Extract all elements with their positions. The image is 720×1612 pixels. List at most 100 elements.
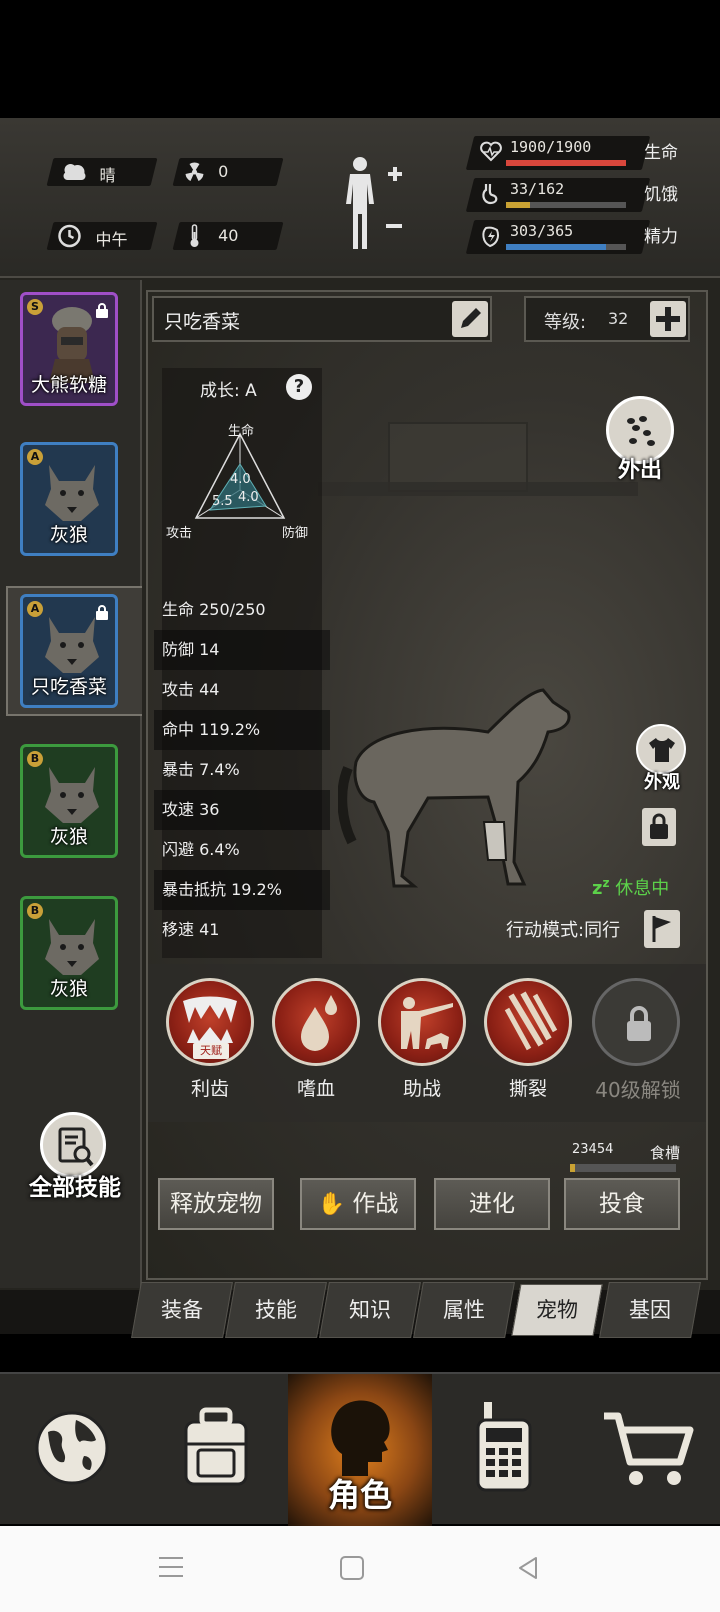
tab-pets[interactable]: 宠物 — [511, 1284, 603, 1336]
appearance-button[interactable]: 外观 — [632, 724, 692, 794]
skill-tear[interactable] — [484, 978, 572, 1066]
tab-skills[interactable]: 技能 — [225, 1282, 327, 1338]
level-field: 等级: 32 — [524, 296, 690, 342]
grade-badge: A — [27, 601, 43, 617]
feed-button[interactable]: 投食 — [564, 1178, 680, 1230]
weather-indicator: 晴 — [46, 158, 158, 186]
lock-icon — [627, 1006, 651, 1041]
resting-status: zz 休息中 — [592, 874, 669, 900]
top-spacer — [0, 0, 720, 118]
pet-name-input: 只吃香菜 — [164, 311, 241, 333]
level-up-button[interactable] — [650, 301, 686, 337]
food-value: 23454 — [572, 1142, 614, 1157]
cloud-icon — [60, 162, 90, 186]
plus-icon — [656, 307, 680, 331]
hunger-value: 33/162 — [510, 180, 565, 198]
level-value: 32 — [608, 309, 629, 328]
fight-button[interactable]: ✋ 作战 — [300, 1178, 416, 1230]
radar-right-label: 防御 — [282, 526, 309, 541]
tab-knowledge[interactable]: 知识 — [319, 1282, 421, 1338]
fangs-icon — [183, 996, 237, 1043]
energy-label: 精力 — [644, 227, 678, 247]
level-label: 等级: — [544, 312, 587, 333]
growth-label: 成长: A — [200, 381, 257, 401]
stat-row: 暴击抵抗 19.2% — [154, 870, 330, 910]
time-indicator: 中午 — [46, 222, 158, 250]
stat-list: 生命 250/250 防御 14 攻击 44 命中 119.2% 暴击 7.4%… — [154, 590, 330, 950]
health-bar — [506, 160, 626, 166]
grade-badge: B — [27, 751, 43, 767]
stat-row: 攻速 36 — [154, 790, 330, 830]
globe-icon — [35, 1411, 109, 1485]
action-mode-button[interactable] — [644, 910, 680, 948]
go-out-button[interactable]: 外出 — [604, 396, 676, 492]
health-value: 1900/1900 — [510, 138, 592, 156]
pet-card[interactable]: A 灰狼 — [20, 442, 118, 556]
claw-icon: ✋ — [317, 1192, 346, 1217]
tab-genes[interactable]: 基因 — [599, 1282, 701, 1338]
skill-label: 撕裂 — [508, 1078, 547, 1100]
nav-backpack[interactable] — [144, 1374, 288, 1526]
pet-card[interactable]: B 灰狼 — [20, 744, 118, 858]
temperature-indicator: 40 — [172, 222, 284, 250]
pet-name-field[interactable]: 只吃香菜 — [152, 296, 492, 342]
pet-card-selected[interactable]: A 只吃香菜 — [20, 594, 118, 708]
radiation-value: 0 — [218, 162, 229, 181]
system-nav-bar — [0, 1526, 720, 1612]
flag-icon — [652, 916, 671, 942]
food-bar-fill — [570, 1164, 576, 1172]
human-figure-icon — [346, 157, 402, 249]
stat-row: 暴击 7.4% — [162, 760, 240, 779]
lock-icon — [96, 605, 108, 620]
release-pet-button[interactable]: 释放宠物 — [158, 1178, 274, 1230]
evolve-button[interactable]: 进化 — [434, 1178, 550, 1230]
help-icon[interactable]: ? — [286, 374, 312, 400]
radiation-indicator: 0 — [172, 158, 284, 186]
stat-row: 移速 41 — [162, 920, 220, 939]
action-mode-label: 行动模式:同行 — [506, 920, 621, 941]
stat-row: 生命 250/250 — [162, 600, 266, 619]
energy-icon — [480, 224, 502, 252]
shirt-icon — [636, 724, 686, 774]
back-icon[interactable] — [516, 1556, 540, 1580]
skill-teeth[interactable]: 天赋 — [166, 978, 254, 1066]
skill-label: 利齿 — [190, 1078, 229, 1100]
grade-badge: S — [27, 299, 43, 315]
talent-badge: 天赋 — [193, 1043, 229, 1059]
nav-world-map[interactable] — [0, 1374, 144, 1526]
tab-equipment[interactable]: 装备 — [131, 1282, 233, 1338]
resting-label: 休息中 — [615, 878, 670, 899]
pet-name: 只吃香菜 — [30, 676, 107, 698]
pet-name: 灰狼 — [49, 524, 88, 546]
grade-badge: B — [27, 903, 43, 919]
lock-icon — [650, 813, 668, 839]
time-text: 中午 — [95, 230, 128, 249]
skill-bloodthirst[interactable] — [272, 978, 360, 1066]
menu-icon[interactable] — [158, 1556, 184, 1578]
nav-character-label: 角色 — [327, 1476, 392, 1514]
home-icon[interactable] — [340, 1556, 364, 1580]
hunter-with-dog-icon — [401, 997, 453, 1049]
head-profile-icon — [331, 1400, 390, 1476]
skill-label: 助战 — [402, 1078, 441, 1100]
pet-card[interactable]: B 灰狼 — [20, 896, 118, 1010]
pet-card[interactable]: S 大熊软糖 — [20, 292, 118, 406]
stomach-icon — [480, 182, 500, 210]
nav-shop[interactable] — [576, 1374, 720, 1526]
radar-right-value: 4.0 — [238, 490, 259, 505]
stat-row: 防御 14 — [154, 630, 330, 670]
skill-assist[interactable] — [378, 978, 466, 1066]
stat-row: 攻击 44 — [162, 680, 220, 699]
status-header: 晴 0 中午 40 1900/1900 生命 33/162 饥饿 303/365… — [0, 118, 720, 278]
nav-character[interactable]: 角色 — [288, 1374, 432, 1526]
pet-lock-button[interactable] — [642, 808, 676, 846]
skill-locked[interactable] — [592, 978, 680, 1066]
edit-name-button[interactable] — [452, 301, 488, 337]
appearance-label: 外观 — [644, 772, 680, 793]
all-skills-button[interactable]: 全部技能 — [20, 1108, 130, 1208]
nav-radio[interactable] — [432, 1374, 576, 1526]
body-status-button[interactable] — [340, 154, 410, 254]
pet-name: 灰狼 — [49, 978, 88, 1000]
tab-attributes[interactable]: 属性 — [413, 1282, 515, 1338]
zzz-icon: zz — [592, 876, 610, 899]
